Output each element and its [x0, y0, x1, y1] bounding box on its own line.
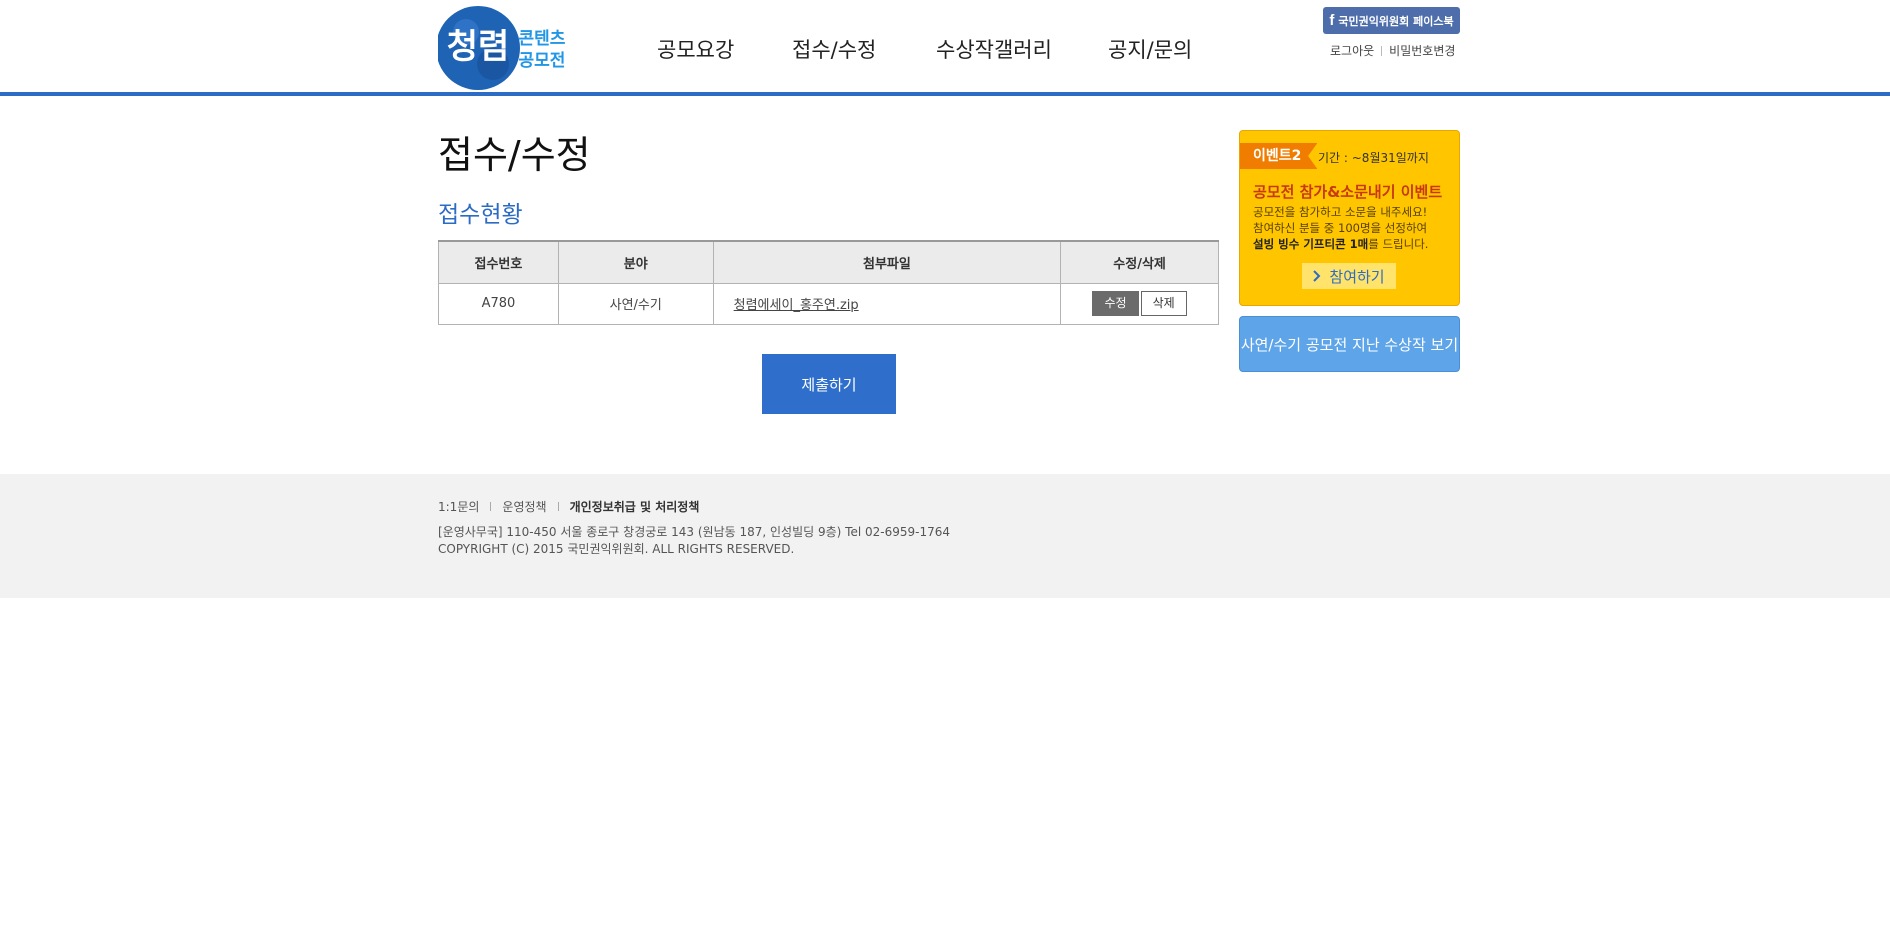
cell-actions: 수정 삭제 — [1060, 282, 1219, 325]
nav-item-notice[interactable]: 공지/문의 — [1108, 34, 1192, 64]
footer-address-block: [운영사무국] 110-450 서울 종로구 창경궁로 143 (원남동 187… — [438, 524, 950, 558]
column-header-actions: 수정/삭제 — [1060, 240, 1219, 284]
cell-file: 청렴에세이_홍주연.zip — [712, 282, 1062, 325]
logout-link[interactable]: 로그아웃 — [1330, 42, 1374, 59]
past-winners-button[interactable]: 사연/수기 공모전 지난 수상작 보기 — [1239, 316, 1460, 372]
nav-item-guidelines[interactable]: 공모요강 — [657, 34, 734, 64]
footer-divider — [490, 502, 492, 511]
cell-category: 사연/수기 — [557, 282, 714, 325]
event-desc-line-1: 공모전을 참가하고 소문을 내주세요! — [1253, 205, 1428, 219]
footer-address: [운영사무국] 110-450 서울 종로구 창경궁로 143 (원남동 187… — [438, 525, 950, 539]
site-header: 청렴 콘텐츠 공모전 공모요강 접수/수정 수상작갤러리 공지/문의 f 국민권… — [0, 0, 1890, 96]
logo-sub-text-2: 공모전 — [519, 51, 566, 71]
event-title: 공모전 참가&소문내기 이벤트 — [1253, 183, 1443, 201]
submission-table: 접수번호 분야 첨부파일 수정/삭제 A780 사연/수기 청렴에세이_홍주연.… — [438, 240, 1219, 325]
nav-item-submit-edit[interactable]: 접수/수정 — [792, 34, 876, 64]
util-divider — [1381, 45, 1383, 56]
facebook-label: 국민권익위원회 페이스북 — [1338, 14, 1454, 28]
chevron-right-icon — [1313, 270, 1321, 282]
footer-link-policy[interactable]: 운영정책 — [502, 498, 546, 515]
facebook-icon: f — [1329, 12, 1335, 29]
footer-links: 1:1문의 운영정책 개인정보취급 및 처리정책 — [438, 498, 699, 515]
site-logo[interactable]: 청렴 콘텐츠 공모전 — [436, 2, 574, 92]
column-header-number: 접수번호 — [438, 240, 559, 284]
table-header-row: 접수번호 분야 첨부파일 수정/삭제 — [438, 240, 1219, 284]
footer-divider — [557, 502, 559, 511]
event-join-button[interactable]: 참여하기 — [1302, 263, 1396, 289]
section-title: 접수현황 — [438, 202, 523, 228]
nav-item-gallery[interactable]: 수상작갤러리 — [936, 34, 1052, 64]
event-desc-line-2: 참여하신 분들 중 100명을 선정하여 — [1253, 221, 1428, 235]
logo-emblem-icon: 청렴 콘텐츠 공모전 — [436, 6, 566, 90]
event-desc-line-3: 설빙 빙수 기프티콘 1매를 드립니다. — [1253, 236, 1428, 252]
footer-copyright: COPYRIGHT (C) 2015 국민권익위원회. ALL RIGHTS R… — [438, 542, 795, 556]
logo-sub-text-1: 콘텐츠 — [519, 29, 566, 49]
delete-button[interactable]: 삭제 — [1140, 291, 1187, 316]
footer-link-privacy[interactable]: 개인정보취급 및 처리정책 — [570, 498, 700, 515]
event-join-label: 참여하기 — [1329, 267, 1385, 286]
table-row: A780 사연/수기 청렴에세이_홍주연.zip 수정 삭제 — [438, 282, 1219, 325]
cell-number: A780 — [438, 282, 559, 325]
logo-main-text: 청렴 — [447, 27, 510, 67]
attachment-link[interactable]: 청렴에세이_홍주연.zip — [734, 298, 859, 313]
util-links: 로그아웃 비밀번호변경 — [1330, 42, 1455, 59]
event-tag: 이벤트2 — [1240, 143, 1318, 169]
event-prize: 설빙 빙수 기프티콘 1매 — [1253, 237, 1369, 251]
event-period: 기간 : ~8월31일까지 — [1318, 151, 1429, 165]
facebook-button[interactable]: f 국민권익위원회 페이스북 — [1323, 7, 1460, 34]
column-header-file: 첨부파일 — [712, 240, 1062, 284]
event-desc-line-3-rest: 를 드립니다. — [1368, 237, 1429, 251]
event-banner[interactable]: 이벤트2 기간 : ~8월31일까지 공모전 참가&소문내기 이벤트 공모전을 … — [1239, 130, 1460, 306]
footer-link-inquiry[interactable]: 1:1문의 — [438, 498, 479, 515]
change-password-link[interactable]: 비밀번호변경 — [1389, 42, 1455, 59]
edit-button[interactable]: 수정 — [1092, 291, 1139, 316]
page-title: 접수/수정 — [438, 133, 591, 177]
submit-button[interactable]: 제출하기 — [762, 354, 896, 414]
event-description: 공모전을 참가하고 소문을 내주세요! 참여하신 분들 중 100명을 선정하여… — [1253, 204, 1428, 252]
column-header-category: 분야 — [557, 240, 714, 284]
site-footer: 1:1문의 운영정책 개인정보취급 및 처리정책 [운영사무국] 110-450… — [0, 474, 1890, 598]
